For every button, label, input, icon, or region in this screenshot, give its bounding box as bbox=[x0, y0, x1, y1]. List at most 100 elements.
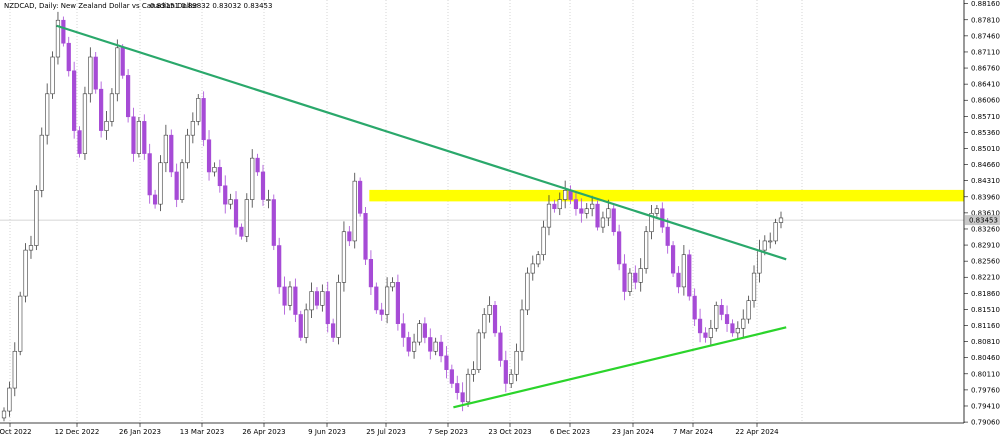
candle-body bbox=[50, 56, 55, 95]
candle-body bbox=[638, 268, 643, 283]
candle-body bbox=[476, 332, 481, 370]
candle-body bbox=[99, 88, 104, 131]
y-tick-label: 0.83260 bbox=[971, 225, 1000, 233]
candle-body bbox=[23, 249, 28, 297]
candle-body bbox=[730, 323, 735, 334]
candle-body bbox=[665, 226, 670, 246]
candle-body bbox=[28, 245, 34, 251]
candle-body bbox=[115, 47, 120, 95]
candle-body bbox=[411, 341, 417, 352]
y-tick-label: 0.82210 bbox=[971, 274, 1000, 282]
candle-body bbox=[131, 116, 136, 154]
candle-body bbox=[595, 203, 600, 228]
candle-body bbox=[433, 341, 438, 352]
y-tick-label: 0.82560 bbox=[971, 258, 1000, 266]
candle-body bbox=[109, 93, 115, 122]
x-tick-label: 12 Dec 2022 bbox=[55, 428, 100, 436]
chart-background bbox=[0, 0, 1000, 437]
candle-body bbox=[746, 300, 751, 320]
candle-body bbox=[190, 121, 195, 136]
candle-body bbox=[773, 222, 778, 242]
candle-body bbox=[45, 93, 50, 136]
candle-body bbox=[519, 309, 525, 352]
y-tick-label: 0.83960 bbox=[971, 193, 1000, 201]
candle-body bbox=[212, 167, 217, 173]
candle-body bbox=[255, 157, 260, 173]
candle-body bbox=[331, 323, 336, 338]
y-tick-label: 0.86060 bbox=[971, 97, 1000, 105]
candle-body bbox=[136, 121, 141, 154]
resistance-zone bbox=[369, 189, 965, 202]
y-tick-label: 0.84310 bbox=[971, 177, 1000, 185]
resistance-zone-band bbox=[369, 189, 965, 202]
candle-body bbox=[557, 199, 562, 210]
candle-body bbox=[617, 231, 622, 265]
candle-body bbox=[304, 309, 309, 338]
candle-body bbox=[368, 259, 374, 288]
candle-body bbox=[590, 203, 595, 210]
candle-body bbox=[293, 286, 298, 315]
candle-body bbox=[530, 263, 535, 274]
candle-body bbox=[314, 291, 320, 306]
x-tick-label: 7 Sep 2023 bbox=[428, 428, 468, 436]
candle-body bbox=[541, 226, 546, 256]
candle-body bbox=[385, 286, 390, 315]
current-price-label: 0.83453 bbox=[969, 217, 998, 225]
x-tick-label: 22 Apr 2024 bbox=[735, 428, 779, 436]
y-tick-label: 0.85010 bbox=[971, 145, 1000, 153]
candle-body bbox=[455, 383, 460, 393]
x-tick-label: 26 Apr 2023 bbox=[242, 428, 285, 436]
candle-body bbox=[471, 369, 476, 375]
candle-body bbox=[169, 134, 174, 173]
y-tick-label: 0.80460 bbox=[971, 354, 1000, 362]
candle-body bbox=[751, 272, 757, 301]
candle-body bbox=[206, 139, 212, 173]
candle-body bbox=[487, 304, 492, 315]
y-tick-label: 0.87110 bbox=[971, 48, 1000, 56]
x-tick-label: 23 Oct 2023 bbox=[488, 428, 531, 436]
candle-body bbox=[341, 231, 347, 283]
candle-body bbox=[460, 392, 465, 403]
candle-body bbox=[228, 199, 233, 205]
candle-body bbox=[735, 327, 740, 334]
candle-body bbox=[358, 180, 363, 214]
y-tick-label: 0.84660 bbox=[971, 161, 1000, 169]
candle-body bbox=[724, 314, 730, 324]
candle-body bbox=[697, 318, 703, 334]
candle-body bbox=[347, 231, 352, 242]
candle-body bbox=[298, 314, 303, 338]
candle-body bbox=[676, 272, 681, 288]
candle-body bbox=[390, 282, 395, 288]
x-tick-label: 26 Jan 2023 bbox=[119, 428, 161, 436]
candle-body bbox=[277, 245, 282, 288]
candle-body bbox=[363, 213, 368, 260]
y-tick-label: 0.79760 bbox=[971, 386, 1000, 394]
y-tick-label: 0.80110 bbox=[971, 370, 1000, 378]
candle-body bbox=[39, 134, 44, 191]
candle-body bbox=[525, 272, 530, 311]
candle-body bbox=[482, 314, 487, 334]
candle-body bbox=[428, 337, 433, 352]
x-tick-label: 27 Oct 2022 bbox=[0, 428, 32, 436]
candle-body bbox=[627, 272, 633, 292]
candle-body bbox=[152, 194, 158, 205]
candle-body bbox=[654, 208, 659, 214]
x-tick-label: 23 Jan 2024 bbox=[612, 428, 655, 436]
candle-body bbox=[503, 360, 508, 384]
candle-body bbox=[217, 167, 222, 187]
candle-body bbox=[320, 291, 325, 306]
candle-body bbox=[271, 199, 276, 246]
candle-body bbox=[174, 171, 179, 200]
candle-body bbox=[1, 410, 7, 419]
candle-body bbox=[768, 240, 773, 243]
x-tick-label: 9 Jun 2023 bbox=[308, 428, 346, 436]
candle-body bbox=[77, 130, 82, 154]
candle-body bbox=[34, 190, 39, 246]
candle-body bbox=[546, 203, 552, 228]
candle-body bbox=[374, 286, 379, 311]
candle-body bbox=[611, 208, 616, 233]
candle-body bbox=[401, 323, 406, 338]
candle-body bbox=[239, 226, 244, 237]
candle-body bbox=[644, 231, 649, 269]
candle-body bbox=[563, 190, 568, 200]
